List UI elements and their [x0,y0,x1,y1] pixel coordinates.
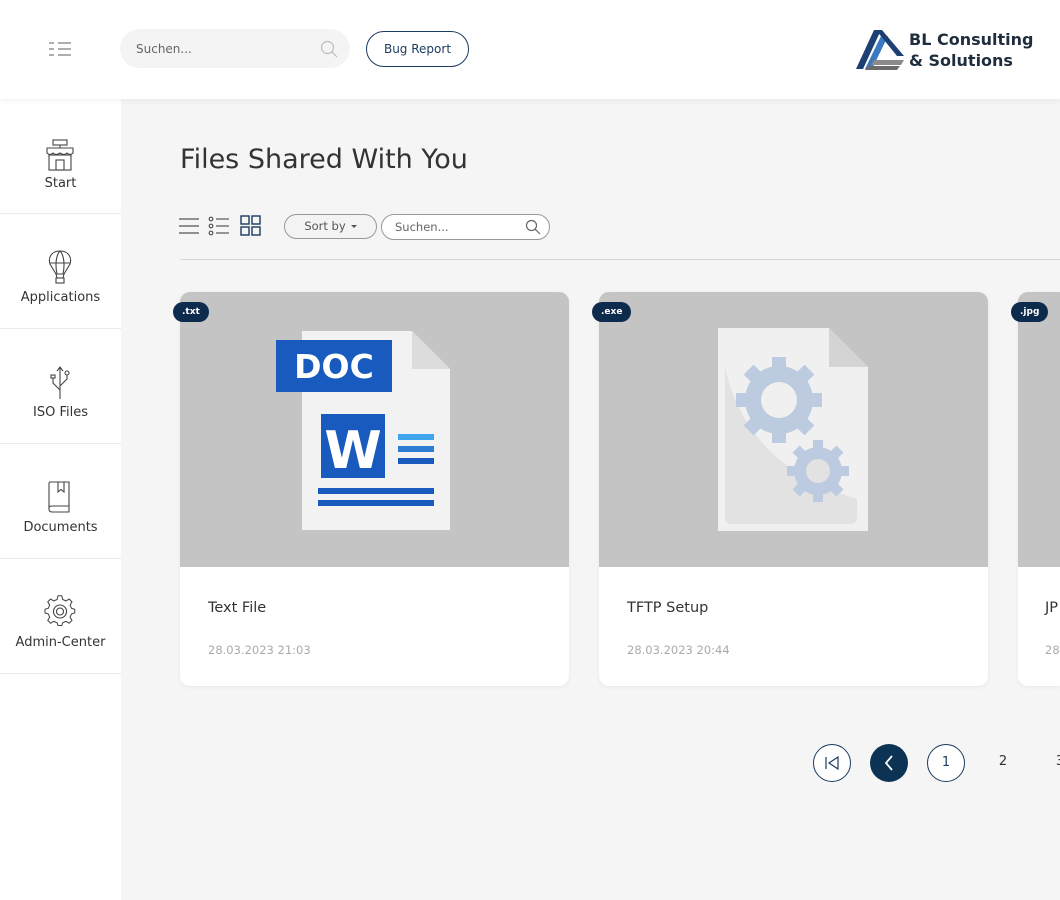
file-name: TFTP Setup [627,600,709,616]
file-name: Text File [208,600,267,616]
word-doc-icon: DOC W [276,331,450,530]
sidebar-item-label: ISO Files [33,405,88,420]
file-search-input[interactable] [382,215,517,239]
page-title: Files Shared With You [180,144,468,175]
sidebar-item-label: Applications [20,290,101,305]
file-thumbnail [599,292,988,567]
logo-line-1: BL Consulting [909,30,1034,49]
file-card[interactable]: JP 28 [1018,292,1060,686]
svg-text:DOC: DOC [294,347,374,386]
first-page-button[interactable] [813,744,851,782]
skip-first-icon [825,755,839,771]
logo-text: BL Consulting & Solutions [909,29,1033,71]
file-thumbnail [1018,292,1060,567]
header-search-input[interactable] [120,29,310,68]
previous-page-button[interactable] [870,744,908,782]
company-logo[interactable]: BL Consulting & Solutions [854,26,1044,74]
page-button[interactable]: 1 [927,744,965,782]
chevron-left-icon [884,755,893,771]
gears-file-icon [718,328,868,531]
logo-line-2: & Solutions [909,51,1013,70]
file-type-badge: .jpg [1011,302,1049,322]
svg-text:W: W [324,421,381,481]
file-date: 28.03.2023 20:44 [627,643,730,657]
book-icon [48,481,70,513]
sidebar-item-applications[interactable]: Applications [0,214,121,329]
search-icon[interactable] [320,40,338,58]
file-type-badge: .txt [173,302,209,322]
bug-report-button[interactable]: Bug Report [366,31,469,67]
file-date: 28.03.2023 21:03 [208,643,311,657]
sidebar-item-label: Start [44,176,77,191]
menu-toggle-icon[interactable] [47,40,73,58]
page-button[interactable]: 2 [984,744,1022,782]
file-card[interactable]: TFTP Setup 28.03.2023 20:44 [599,292,988,686]
shop-icon [46,139,74,171]
sidebar-item-admin-center[interactable]: Admin-Center [0,559,121,674]
list-view-icon[interactable] [178,215,200,237]
sidebar-item-label: Documents [23,520,98,535]
file-type-badge: .exe [592,302,632,322]
sidebar-item-label: Admin-Center [15,635,106,650]
grid-view-icon[interactable] [240,215,262,237]
file-date: 28 [1045,643,1060,657]
usb-icon [50,366,70,399]
caret-down-icon [350,225,357,228]
sort-by-label: Sort by [304,219,346,233]
hot-air-balloon-icon [48,250,72,284]
logo-mark-icon [856,30,904,70]
page-button[interactable]: 3 [1041,744,1060,782]
sidebar: Start Applications ISO Files Documents A… [0,99,121,900]
file-search [381,214,550,240]
top-bar: Bug Report BL Consulting & Solutions [0,0,1060,99]
sidebar-item-iso-files[interactable]: ISO Files [0,329,121,444]
file-name: JP [1045,600,1059,616]
sort-by-button[interactable]: Sort by [284,214,377,239]
header-search [120,29,350,68]
file-thumbnail: DOC W [180,292,569,567]
toolbar-divider [180,259,1060,260]
sidebar-item-documents[interactable]: Documents [0,444,121,559]
detail-list-view-icon[interactable] [208,215,230,237]
gear-icon [44,595,76,627]
sidebar-item-start[interactable]: Start [0,99,121,214]
file-card[interactable]: DOC W Text File 28.03.2023 21:03 [180,292,569,686]
search-icon[interactable] [525,219,541,235]
